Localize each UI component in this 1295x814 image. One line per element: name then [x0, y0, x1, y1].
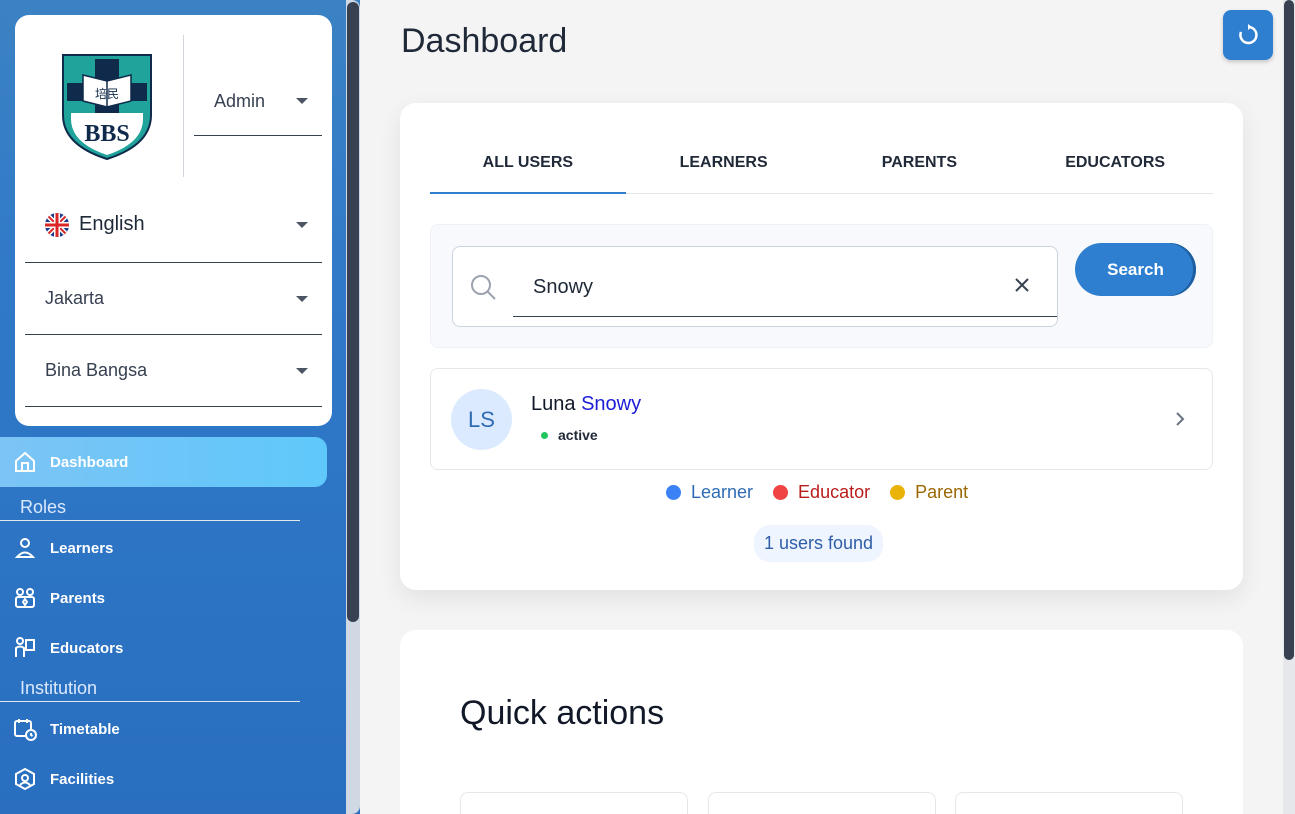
nav-item-timetable[interactable]: Timetable [0, 707, 300, 751]
school-select[interactable]: Bina Bangsa [25, 335, 322, 407]
nav-label-learners: Learners [50, 539, 114, 557]
legend-label-parent: Parent [915, 482, 969, 502]
nav-label-educators: Educators [50, 639, 124, 657]
quick-action-card[interactable] [955, 792, 1183, 814]
role-select[interactable]: Admin [194, 67, 322, 136]
nav-item-facilities[interactable]: Facilities [0, 757, 300, 801]
users-found-count: 1 users found [754, 525, 884, 562]
language-select-value: English [79, 213, 145, 235]
sidebar: 培民 BBS Admin English Jakarta Bina Bangsa… [0, 0, 360, 814]
page-title: Dashboard [401, 22, 568, 60]
section-institution: Institution [0, 678, 300, 702]
nav-item-parents[interactable]: Parents [0, 576, 300, 620]
chevron-right-icon [1176, 412, 1185, 426]
user-first-name: Luna [531, 393, 576, 415]
legend-parent: Parent [890, 482, 968, 503]
school-select-value: Bina Bangsa [45, 360, 148, 380]
chevron-down-icon [296, 221, 308, 228]
search-box [452, 246, 1058, 327]
legend-educator: Educator [773, 482, 870, 503]
user-result-row[interactable]: LS Luna Snowy active [430, 368, 1213, 470]
tab-learners[interactable]: LEARNERS [626, 133, 822, 193]
sidebar-header-card: 培民 BBS Admin English Jakarta Bina Bangsa [15, 15, 332, 426]
facilities-icon [12, 766, 38, 792]
logo-text: BBS [84, 121, 129, 147]
user-last-name-highlight: Snowy [581, 393, 642, 415]
chevron-down-icon [296, 295, 308, 302]
refresh-icon [1239, 24, 1258, 45]
search-icon [471, 275, 496, 300]
role-select-value: Admin [214, 90, 266, 111]
status-text: active [558, 427, 598, 443]
city-select-value: Jakarta [45, 288, 105, 308]
nav-item-dashboard[interactable]: Dashboard [0, 437, 327, 487]
tab-parents[interactable]: PARENTS [822, 133, 1018, 193]
legend-label-learner: Learner [691, 482, 754, 502]
search-button[interactable]: Search [1075, 243, 1196, 296]
role-legend: Learner Educator Parent [666, 482, 988, 503]
city-select[interactable]: Jakarta [25, 263, 322, 335]
home-icon [12, 449, 38, 475]
nav-item-educators[interactable]: Educators [0, 626, 300, 670]
tab-educators[interactable]: EDUCATORS [1017, 133, 1213, 193]
header-divider [183, 35, 184, 177]
avatar: LS [451, 389, 512, 450]
legend-dot-learner [666, 485, 681, 500]
calendar-clock-icon [12, 716, 38, 742]
section-roles: Roles [0, 497, 300, 521]
legend-learner: Learner [666, 482, 753, 503]
chevron-down-icon [296, 367, 308, 374]
nav-item-learners[interactable]: Learners [0, 526, 300, 570]
chevron-down-icon [296, 98, 308, 104]
status-badge: active [541, 427, 598, 443]
sidebar-scrollbar-thumb[interactable] [347, 2, 359, 622]
legend-dot-parent [890, 485, 906, 500]
legend-dot-educator [773, 485, 789, 500]
nav-label-parents: Parents [50, 589, 106, 607]
nav-label-dashboard: Dashboard [50, 453, 129, 471]
quick-action-card[interactable] [460, 792, 688, 814]
language-select[interactable]: English [25, 187, 322, 263]
search-area: Search [430, 224, 1213, 348]
quick-actions-panel: Quick actions [400, 630, 1243, 814]
parents-icon [12, 585, 38, 611]
user-name: Luna Snowy [531, 393, 641, 416]
quick-action-card[interactable] [708, 792, 936, 814]
refresh-button[interactable] [1223, 10, 1273, 60]
uk-flag-icon [45, 212, 69, 237]
status-dot [541, 431, 548, 439]
nav-label-timetable: Timetable [50, 720, 120, 738]
search-input[interactable] [513, 259, 1057, 317]
legend-label-educator: Educator [798, 482, 871, 502]
learner-icon [12, 535, 38, 561]
close-icon[interactable] [1012, 275, 1032, 295]
educator-icon [12, 635, 38, 661]
logo-chars: 培民 [95, 86, 119, 101]
page-scrollbar-thumb[interactable] [1284, 0, 1294, 660]
nav-label-facilities: Facilities [50, 770, 115, 788]
tab-all-users[interactable]: ALL USERS [430, 133, 626, 194]
user-tabs: ALL USERS LEARNERS PARENTS EDUCATORS [430, 133, 1213, 194]
school-logo: 培民 BBS [62, 54, 152, 161]
quick-actions-title: Quick actions [460, 694, 665, 732]
user-search-panel: ALL USERS LEARNERS PARENTS EDUCATORS Sea… [400, 103, 1243, 590]
